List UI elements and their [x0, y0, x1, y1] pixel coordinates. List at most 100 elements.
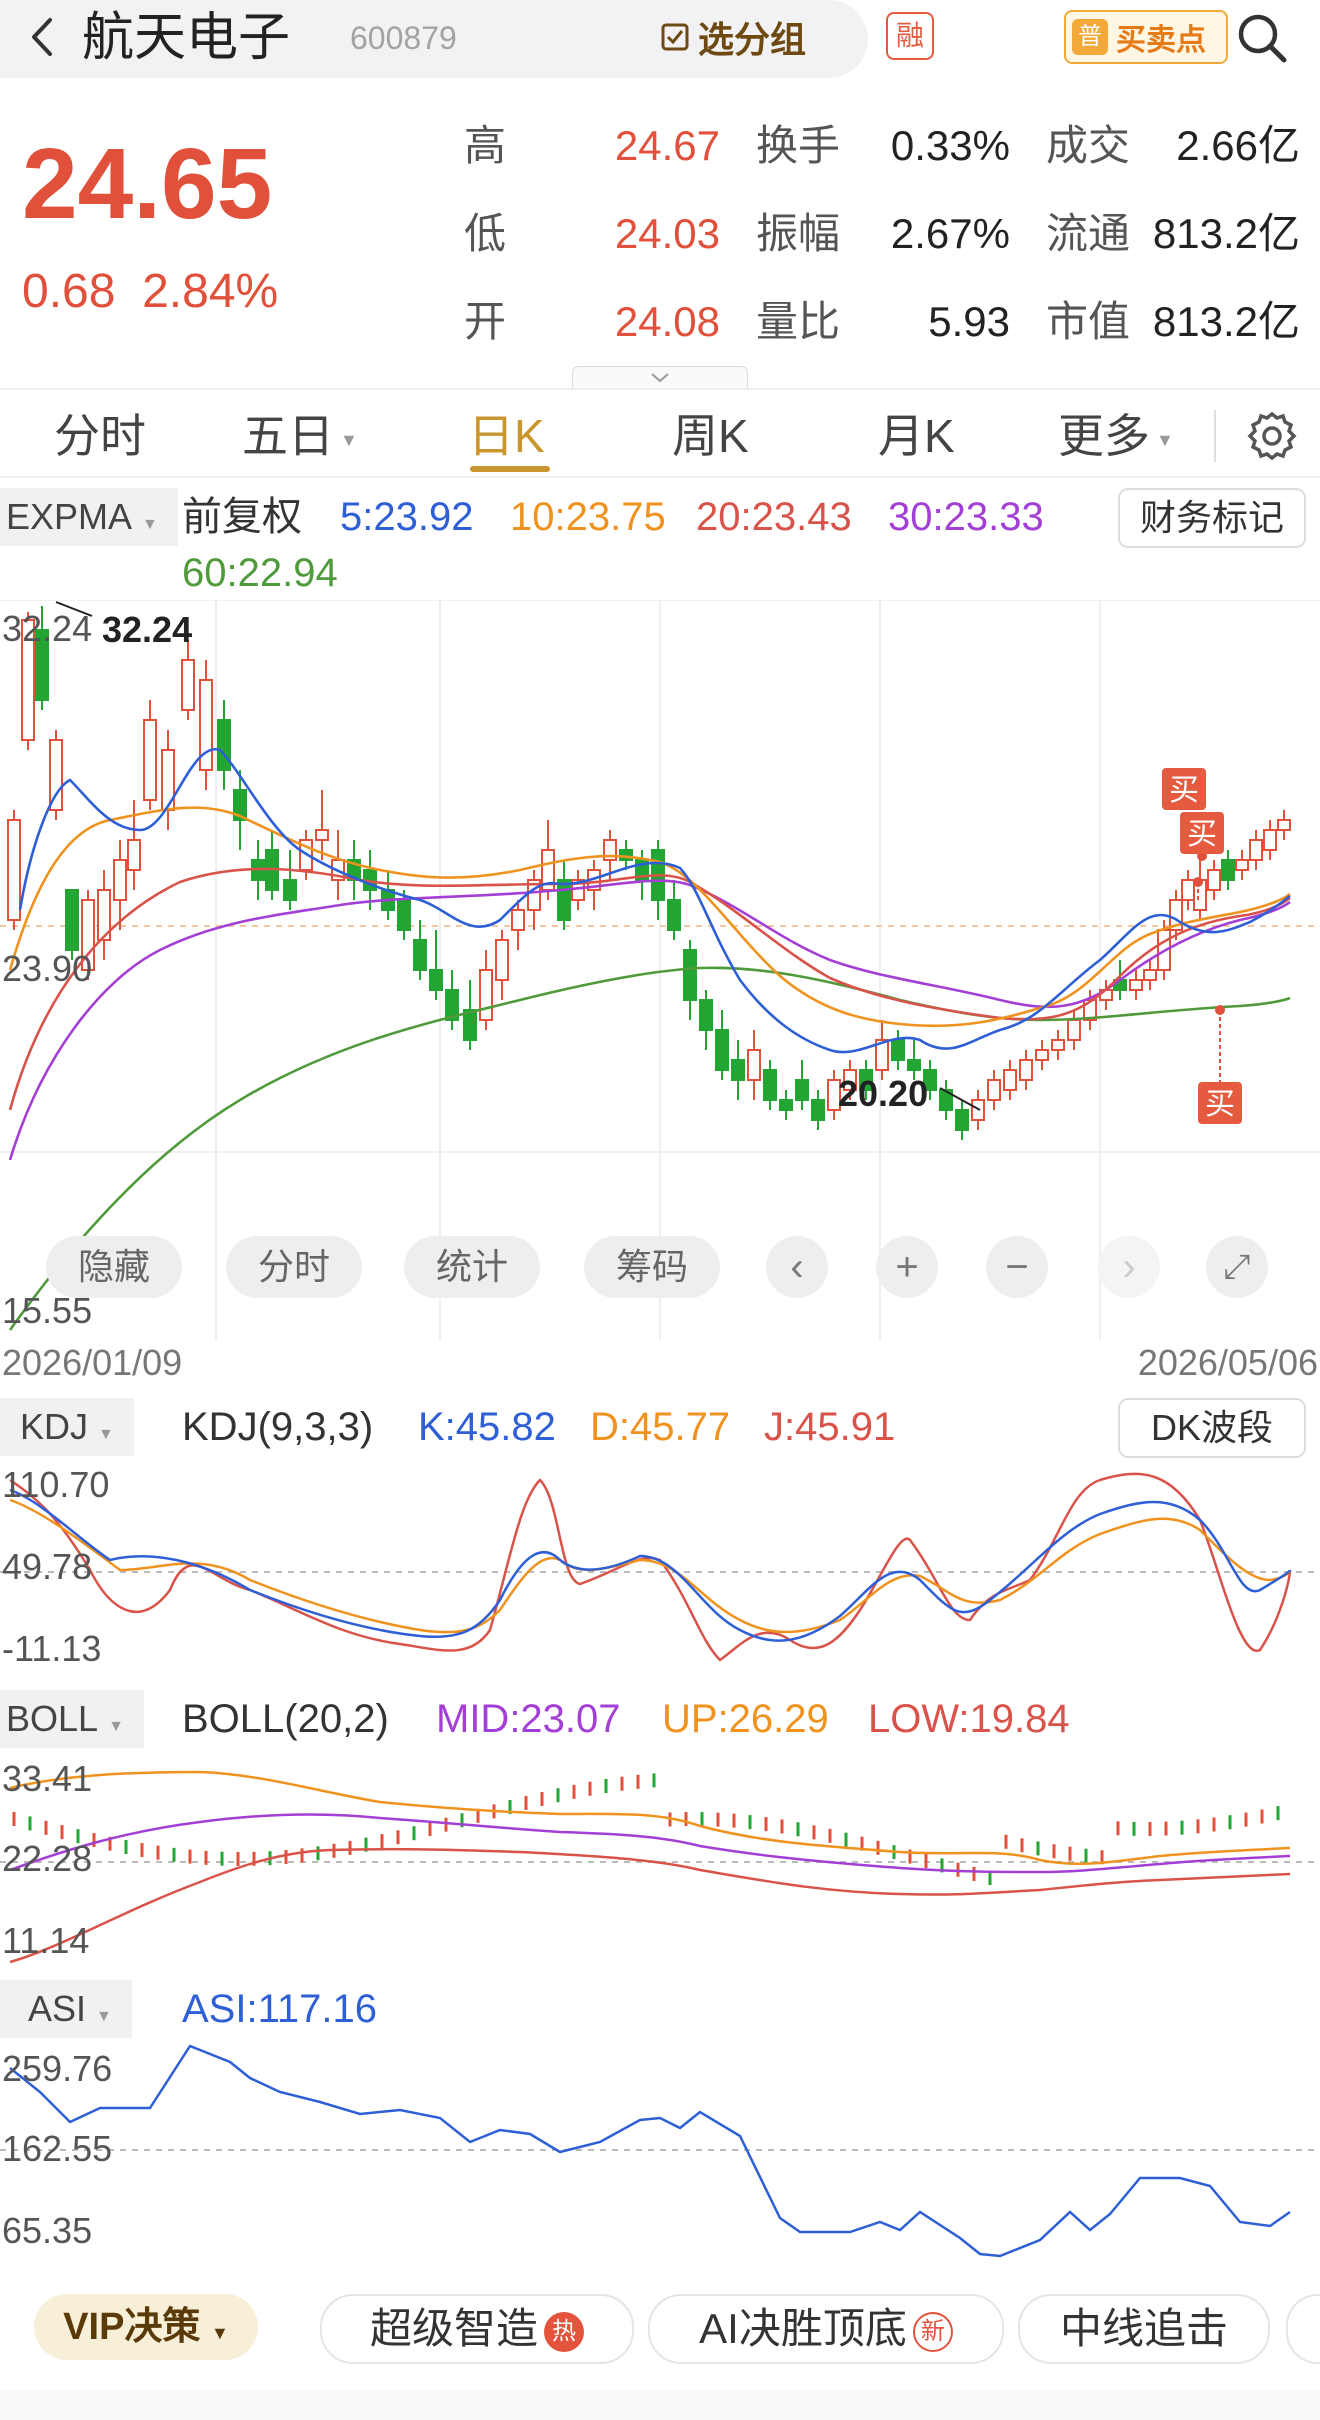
caret-down-icon: ▼ [108, 1718, 124, 1735]
chevron-down-icon [651, 373, 669, 383]
kdj-y-min: -11.13 [2, 1628, 102, 1669]
caret-down-icon: ▼ [210, 2323, 229, 2343]
chart-grid [0, 600, 1320, 1340]
boll-y-max: 33.41 [2, 1758, 93, 1799]
quote-label-amplitude: 振幅 [756, 210, 841, 257]
kdj-j-value: J:45.91 [764, 1405, 896, 1449]
zoom-out-icon[interactable]: − [986, 1236, 1048, 1298]
candle-body [1263, 829, 1277, 851]
back-arrow-icon[interactable] [22, 12, 62, 62]
candlestick-chart[interactable]: 买 买 买 32.24 20.20 [0, 600, 1320, 1340]
candle-body [113, 859, 127, 901]
kdj-d-value: D:45.77 [590, 1405, 731, 1449]
candle-body [143, 719, 157, 801]
statistics-button[interactable]: 统计 [404, 1236, 540, 1298]
indicator-name: EXPMA [6, 496, 133, 537]
boll-up-value: UP:26.29 [662, 1697, 829, 1741]
quote-label-low: 低 [464, 210, 507, 257]
indicator-name: BOLL [6, 1698, 99, 1739]
feature-ai-top-bottom[interactable]: AI决胜顶底新 [648, 2294, 1004, 2364]
quote-label-float-cap: 流通 [1046, 210, 1131, 257]
candle-body [891, 1039, 905, 1061]
ema60-value: 60:22.94 [182, 551, 338, 595]
candle-body [1277, 819, 1291, 831]
ema5-value: 5:23.92 [340, 495, 474, 539]
candle-body [1143, 969, 1157, 981]
active-tab-indicator [470, 466, 550, 472]
margin-trading-badge[interactable]: 融 [886, 12, 934, 60]
indicator-selector-kdj[interactable]: KDJ ▼ [0, 1398, 134, 1456]
quote-value-open: 24.08 [614, 298, 720, 345]
boll-chart [0, 1770, 1320, 1964]
select-group-button[interactable]: 选分组 [660, 12, 806, 62]
feature-midline-chase[interactable]: 中线追击 [1018, 2294, 1270, 2364]
tab-daily-k[interactable]: 日K [468, 396, 545, 476]
candle-body [763, 1069, 777, 1101]
ema30-value: 30:23.33 [888, 495, 1044, 539]
buy-sell-points-button[interactable]: 普 买卖点 [1064, 10, 1228, 64]
buy-marker-label: 买 [1169, 774, 1199, 807]
ema20-value: 20:23.43 [696, 495, 852, 539]
tab-monthly-k[interactable]: 月K [878, 396, 955, 476]
tab-five-day[interactable]: 五日 ▼ [242, 396, 358, 480]
dk-wave-button[interactable]: DK波段 [1118, 1398, 1306, 1458]
scroll-left-icon[interactable]: ‹ [766, 1236, 828, 1298]
vip-decision-button[interactable]: VIP决策 ▼ [34, 2294, 258, 2360]
y-axis-max: 32.24 [2, 608, 93, 649]
candle-body [1221, 859, 1235, 881]
asi-y-max: 259.76 [2, 2048, 113, 2089]
quote-label-open: 开 [464, 298, 507, 345]
change-value: 0.68 [22, 265, 116, 318]
divider [0, 476, 1320, 478]
candle-body [65, 889, 79, 951]
candle-body [1235, 859, 1249, 871]
candle-body [907, 1059, 921, 1071]
stock-code: 600879 [350, 20, 457, 56]
finance-mark-button[interactable]: 财务标记 [1118, 488, 1306, 548]
candle-body [283, 879, 297, 901]
candle-body [731, 1059, 745, 1081]
boll-params: BOLL(20,2) [182, 1697, 389, 1741]
scroll-right-icon[interactable]: › [1098, 1236, 1160, 1298]
high-mark-label: 32.24 [102, 609, 192, 650]
kdj-k-value: K:45.82 [418, 1405, 556, 1449]
quote-label-turnover: 换手 [756, 122, 841, 169]
candle-body [715, 1029, 729, 1071]
indicator-name: KDJ [20, 1406, 89, 1447]
boll-y-min: 11.14 [2, 1920, 90, 1961]
hide-button[interactable]: 隐藏 [46, 1236, 182, 1298]
y-axis-mid: 23.90 [2, 948, 93, 989]
caret-down-icon: ▼ [142, 516, 158, 533]
indicator-selector-asi[interactable]: ASI ▼ [0, 1980, 132, 2038]
intraday-button[interactable]: 分时 [226, 1236, 362, 1298]
feature-super-manufacturing[interactable]: 超级智造热 [320, 2294, 634, 2364]
candle-body [1051, 1039, 1065, 1051]
candle-body [479, 969, 493, 1021]
select-group-label: 选分组 [698, 19, 807, 60]
kdj-y-mid: 49.78 [2, 1546, 93, 1587]
caret-down-icon: ▼ [96, 2008, 112, 2025]
candle-body [1207, 869, 1221, 891]
boll-price-ticks [12, 1773, 1280, 1885]
boll-lower-line [9, 1847, 1291, 1964]
candle-body [811, 1099, 825, 1121]
tab-weekly-k[interactable]: 周K [672, 396, 749, 476]
tab-five-day-label: 五日 [242, 410, 334, 462]
kdj-params: KDJ(9,3,3) [182, 1405, 374, 1449]
candle-body [413, 939, 427, 971]
expand-quote-handle[interactable] [572, 366, 748, 389]
asi-y-mid: 162.55 [2, 2128, 113, 2169]
candle-body [429, 969, 443, 991]
chips-button[interactable]: 筹码 [584, 1236, 720, 1298]
boll-header: BOLL ▼ BOLL(20,2) MID:23.07 UP:26.29 LOW:… [0, 1686, 1320, 1752]
tab-more[interactable]: 更多 ▼ [1058, 396, 1174, 480]
indicator-selector-boll[interactable]: BOLL ▼ [0, 1690, 144, 1748]
search-icon[interactable] [1232, 8, 1292, 68]
candle-body [217, 719, 231, 771]
boll-low-value: LOW:19.84 [868, 1697, 1070, 1741]
tab-intraday[interactable]: 分时 [54, 396, 146, 476]
zoom-in-icon[interactable]: + [876, 1236, 938, 1298]
indicator-selector-expma[interactable]: EXPMA ▼ [0, 488, 178, 546]
fullscreen-icon[interactable]: ⤢ [1206, 1236, 1268, 1298]
gear-icon[interactable] [1244, 408, 1300, 464]
